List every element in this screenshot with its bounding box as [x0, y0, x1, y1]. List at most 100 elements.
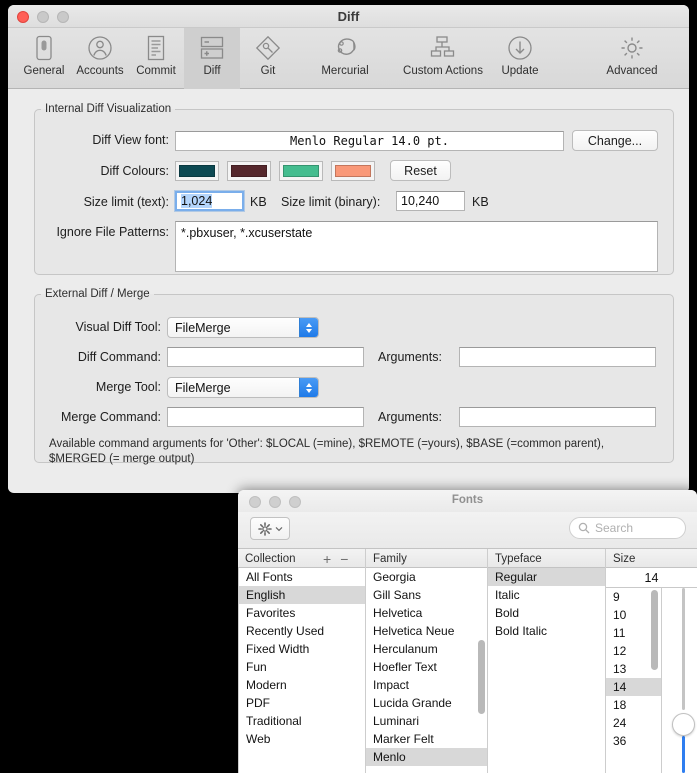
slider-track-lower [682, 736, 685, 773]
collection-item-fixed-width[interactable]: Fixed Width [239, 640, 365, 658]
family-scrollbar[interactable] [478, 640, 485, 714]
collection-item-pdf[interactable]: PDF [239, 694, 365, 712]
toolbar-item-general[interactable]: General [16, 28, 72, 89]
add-collection-button[interactable]: + [323, 551, 331, 567]
external-diff-legend: External Diff / Merge [45, 288, 150, 300]
diff-colour-well-3[interactable] [279, 161, 323, 181]
window-title: Diff [337, 9, 360, 24]
column-header-collection[interactable]: Collection + − [238, 549, 365, 568]
family-item-impact[interactable]: Impact [366, 676, 487, 694]
search-icon [578, 522, 590, 534]
diff-colour-well-4[interactable] [331, 161, 375, 181]
typeface-item-bold-italic[interactable]: Bold Italic [488, 622, 605, 640]
preferences-content: Internal Diff Visualization Diff View fo… [8, 89, 689, 492]
toolbar-item-mercurial[interactable]: Mercurial [296, 28, 394, 89]
fonts-panel: Fonts Search Collection + − Family Typef… [238, 490, 697, 773]
toolbar-item-accounts[interactable]: Accounts [72, 28, 128, 89]
typeface-item-bold[interactable]: Bold [488, 604, 605, 622]
toolbar-label-mercurial: Mercurial [321, 65, 369, 77]
typeface-item-italic[interactable]: Italic [488, 586, 605, 604]
family-item-hoefler-text[interactable]: Hoefler Text [366, 658, 487, 676]
toolbar-label-custom-actions: Custom Actions [403, 65, 483, 77]
size-limit-text-input[interactable]: 1,024 [175, 191, 244, 211]
update-icon [507, 33, 533, 63]
collection-item-traditional[interactable]: Traditional [239, 712, 365, 730]
diff-arguments-label: Arguments: [378, 350, 442, 364]
column-header-size-label: Size [613, 552, 636, 565]
size-input[interactable]: 14 [606, 568, 697, 588]
collection-item-favorites[interactable]: Favorites [239, 604, 365, 622]
column-header-family[interactable]: Family [365, 549, 487, 568]
external-diff-merge-group: External Diff / Merge Visual Diff Tool: … [34, 288, 674, 465]
merge-command-input[interactable] [167, 407, 364, 427]
diff-view-font-field[interactable]: Menlo Regular 14.0 pt. [175, 131, 564, 151]
change-font-button[interactable]: Change... [572, 130, 658, 151]
remove-collection-button[interactable]: − [340, 551, 348, 567]
collection-item-recently-used[interactable]: Recently Used [239, 622, 365, 640]
toolbar-item-diff[interactable]: Diff [184, 28, 240, 89]
diff-command-label-row: Diff Command: [35, 350, 161, 364]
diff-colour-well-2[interactable] [227, 161, 271, 181]
size-item-36[interactable]: 36 [606, 732, 661, 750]
font-size-slider[interactable] [669, 588, 697, 773]
family-item-luminari[interactable]: Luminari [366, 712, 487, 730]
merge-tool-label: Merge Tool: [95, 380, 161, 394]
internal-diff-legend: Internal Diff Visualization [45, 103, 172, 115]
toolbar-label-diff: Diff [203, 65, 221, 77]
visual-diff-tool-popup[interactable]: FileMerge [167, 317, 319, 338]
diff-colour-swatch-2 [231, 165, 267, 177]
toolbar-item-update[interactable]: Update [492, 28, 548, 89]
chevron-down-icon [275, 526, 282, 531]
family-item-herculanum[interactable]: Herculanum [366, 640, 487, 658]
fonts-search-field[interactable]: Search [569, 517, 686, 539]
family-item-gill-sans[interactable]: Gill Sans [366, 586, 487, 604]
gear-icon [619, 33, 645, 63]
family-item-lucida-grande[interactable]: Lucida Grande [366, 694, 487, 712]
collection-item-modern[interactable]: Modern [239, 676, 365, 694]
size-limit-binary-input[interactable]: 10,240 [396, 191, 465, 211]
family-list[interactable]: Georgia Gill Sans Helvetica Helvetica Ne… [365, 568, 487, 773]
size-scrollbar[interactable] [651, 590, 658, 670]
collection-add-remove: + − [323, 551, 348, 567]
size-item-18[interactable]: 18 [606, 696, 661, 714]
custom-actions-icon [429, 33, 457, 63]
diff-command-input[interactable] [167, 347, 364, 367]
column-header-family-label: Family [373, 552, 407, 565]
toolbar-item-custom-actions[interactable]: Custom Actions [394, 28, 492, 89]
slider-knob[interactable] [672, 713, 695, 736]
merge-command-label: Merge Command: [60, 410, 161, 424]
typeface-item-regular[interactable]: Regular [488, 568, 605, 586]
family-item-helvetica-neue[interactable]: Helvetica Neue [366, 622, 487, 640]
column-header-size[interactable]: Size [605, 549, 697, 568]
merge-tool-popup[interactable]: FileMerge [167, 377, 319, 398]
toolbar-item-advanced[interactable]: Advanced [583, 28, 681, 89]
collection-item-all-fonts[interactable]: All Fonts [239, 568, 365, 586]
column-header-typeface[interactable]: Typeface [487, 549, 605, 568]
size-limit-binary-label: Size limit (binary): [281, 195, 381, 209]
column-header-collection-label: Collection [245, 552, 296, 565]
collection-item-english[interactable]: English [239, 586, 365, 604]
diff-colour-well-1[interactable] [175, 161, 219, 181]
toolbar-item-commit[interactable]: Commit [128, 28, 184, 89]
ignore-file-patterns-textarea[interactable]: *.pbxuser, *.xcuserstate [175, 221, 658, 272]
collection-item-fun[interactable]: Fun [239, 658, 365, 676]
family-item-marker-felt[interactable]: Marker Felt [366, 730, 487, 748]
merge-arguments-input[interactable] [459, 407, 656, 427]
merge-command-label-row: Merge Command: [35, 410, 161, 424]
reset-colours-button[interactable]: Reset [390, 160, 451, 181]
family-item-georgia[interactable]: Georgia [366, 568, 487, 586]
collection-item-web[interactable]: Web [239, 730, 365, 748]
typeface-list[interactable]: Regular Italic Bold Bold Italic [487, 568, 605, 773]
family-item-menlo[interactable]: Menlo [366, 748, 487, 766]
toolbar-item-git[interactable]: Git [240, 28, 296, 89]
ignore-patterns-label-row: Ignore File Patterns: [35, 225, 169, 239]
diff-arguments-input[interactable] [459, 347, 656, 367]
size-list[interactable]: 9 10 11 12 13 14 18 24 36 [606, 588, 662, 773]
accounts-icon [87, 33, 113, 63]
size-item-24[interactable]: 24 [606, 714, 661, 732]
fonts-action-button[interactable] [250, 517, 290, 540]
collection-list[interactable]: All Fonts English Favorites Recently Use… [238, 568, 365, 773]
diff-colour-swatch-3 [283, 165, 319, 177]
size-item-14[interactable]: 14 [606, 678, 661, 696]
family-item-helvetica[interactable]: Helvetica [366, 604, 487, 622]
